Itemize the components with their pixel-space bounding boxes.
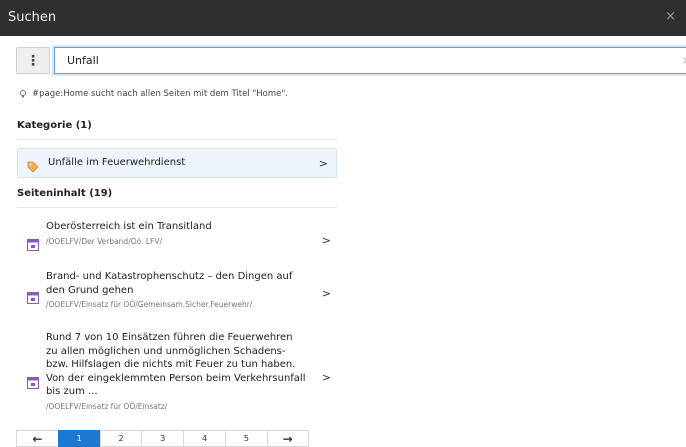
search-row: ⋮ × (16, 47, 686, 74)
pagination: ← 1 2 3 4 5 → (16, 430, 309, 447)
previous-page-button[interactable]: ← (16, 430, 58, 447)
search-result[interactable]: Oberösterreich ist ein Transitland /OOEL… (17, 220, 337, 258)
result-path: /OOELFV/Der Verband/Oö. LFV/ (46, 236, 163, 246)
page-button-3[interactable]: 3 (141, 430, 184, 447)
category-item-label: Unfälle im Feuerwehrdienst (48, 157, 186, 168)
search-field[interactable]: × (54, 47, 686, 74)
page-button-4[interactable]: 4 (183, 430, 225, 447)
search-result[interactable]: Brand- und Katastrophenschutz – den Ding… (17, 270, 337, 318)
result-title: Rund 7 von 10 Einsätzen führen die Feuer… (46, 332, 306, 397)
result-text: Oberösterreich ist ein Transitland /OOEL… (46, 220, 306, 246)
result-text: Rund 7 von 10 Einsätzen führen die Feuer… (46, 331, 306, 411)
category-section-title: Kategorie (1) (17, 120, 92, 131)
result-text: Brand- und Katastrophenschutz – den Ding… (46, 270, 306, 309)
result-title: Oberösterreich ist ein Transitland (46, 221, 212, 232)
lightbulb-icon (18, 89, 28, 99)
result-title: Brand- und Katastrophenschutz – den Ding… (46, 271, 293, 296)
tag-icon (27, 158, 39, 177)
category-item[interactable]: Unfälle im Feuerwehrdienst > (17, 148, 337, 178)
page-button-2[interactable]: 2 (99, 430, 142, 447)
divider (17, 139, 337, 140)
page-icon (27, 289, 39, 304)
page-button-1[interactable]: 1 (57, 430, 100, 447)
search-hint: #page:Home sucht nach allen Seiten mit d… (18, 89, 288, 99)
chevron-right-icon: > (321, 287, 331, 300)
result-path: /OOELFV/Einsatz für OÖ/Gemeinsam.Sicher.… (46, 300, 253, 309)
dialog-title: Suchen (8, 10, 57, 25)
chevron-right-icon: > (321, 234, 331, 247)
next-page-button[interactable]: → (266, 430, 309, 447)
chevron-right-icon: > (318, 157, 328, 170)
close-icon[interactable]: × (665, 10, 676, 23)
result-path: /OOELFV/Einsatz für OÖ/Einsatz/ (46, 401, 168, 411)
search-result[interactable]: Rund 7 von 10 Einsätzen führen die Feuer… (17, 331, 337, 423)
dialog-titlebar: Suchen × (0, 0, 686, 36)
divider (17, 207, 337, 208)
search-hint-text: #page:Home sucht nach allen Seiten mit d… (32, 89, 289, 99)
page-icon (27, 374, 39, 389)
content-section-title: Seiteninhalt (19) (17, 188, 113, 199)
search-input[interactable] (55, 48, 655, 73)
page-icon (27, 236, 39, 251)
chevron-right-icon: > (321, 371, 331, 384)
page-button-5[interactable]: 5 (224, 430, 267, 447)
search-options-button[interactable]: ⋮ (16, 47, 50, 74)
clear-search-icon[interactable]: × (682, 54, 686, 67)
